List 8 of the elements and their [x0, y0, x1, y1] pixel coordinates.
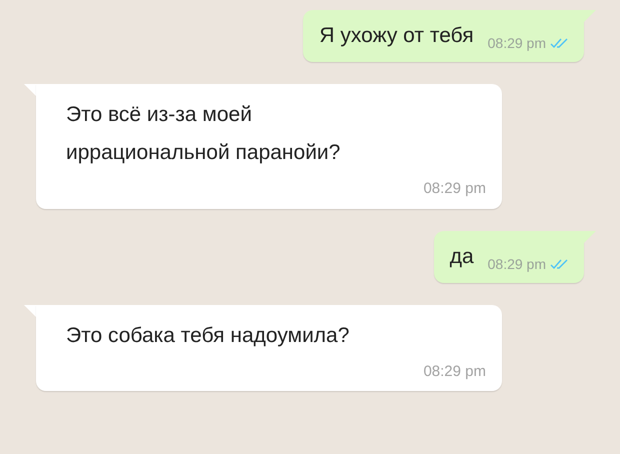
message-time: 08:29 pm: [423, 362, 486, 382]
message-text: да: [450, 244, 474, 270]
message-text: Это всё из-за моей иррациональной паранойи?: [66, 102, 342, 166]
message-text: Я ухожу от тебя: [319, 23, 474, 49]
message-time: 08:29 pm: [488, 254, 568, 272]
message-time: 08:29 pm: [488, 34, 568, 52]
message-time: 08:29 pm: [423, 179, 486, 199]
message-text: Это собака тебя надоумила?: [66, 322, 350, 348]
